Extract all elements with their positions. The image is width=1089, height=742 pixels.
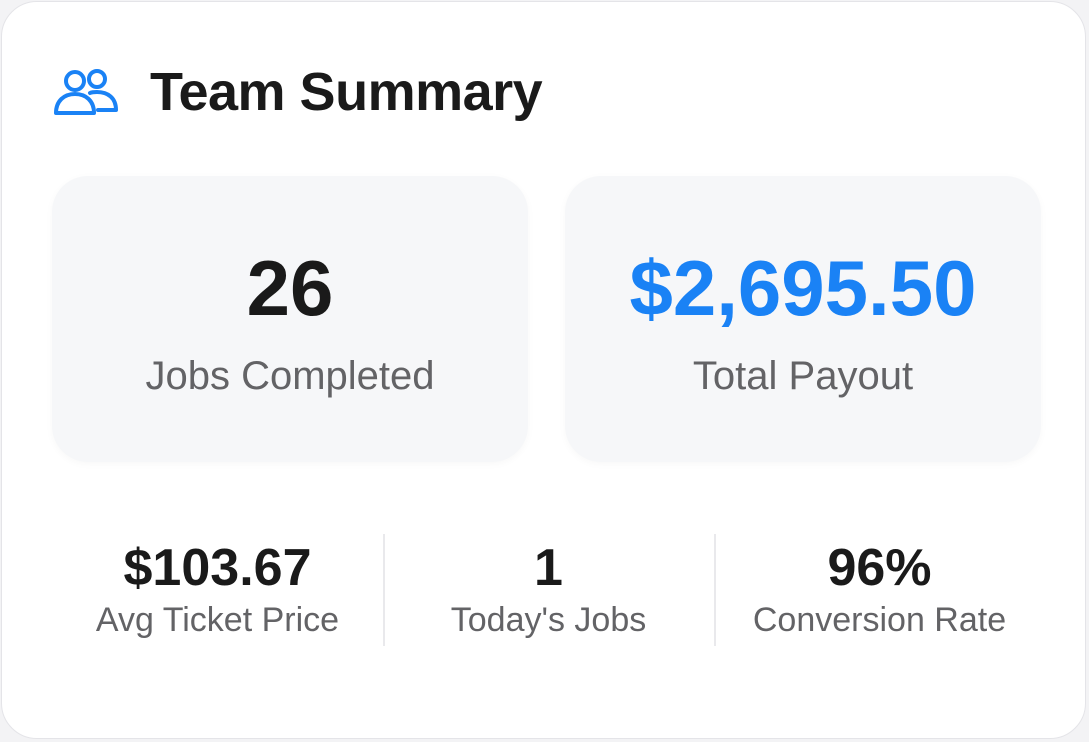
- stat-todays-jobs: 1 Today's Jobs: [383, 532, 714, 648]
- stat-label: Today's Jobs: [450, 601, 647, 639]
- jobs-completed-label: Jobs Completed: [145, 354, 435, 398]
- stat-value: 1: [534, 539, 563, 597]
- card-header: Team Summary: [52, 60, 543, 124]
- stat-label: Conversion Rate: [752, 601, 1007, 639]
- stat-avg-ticket-price: $103.67 Avg Ticket Price: [52, 532, 383, 648]
- jobs-completed-tile: 26 Jobs Completed: [52, 176, 528, 462]
- stats-row: $103.67 Avg Ticket Price 1 Today's Jobs …: [52, 532, 1045, 648]
- team-summary-card: Team Summary 26 Jobs Completed $2,695.50…: [1, 1, 1086, 739]
- stat-value: 96%: [827, 539, 932, 597]
- total-payout-value: $2,695.50: [629, 244, 977, 332]
- card-title: Team Summary: [150, 62, 543, 122]
- stat-label: Avg Ticket Price: [95, 601, 340, 639]
- stat-conversion-rate: 96% Conversion Rate: [714, 532, 1045, 648]
- jobs-completed-value: 26: [246, 244, 334, 332]
- total-payout-tile: $2,695.50 Total Payout: [565, 176, 1041, 462]
- total-payout-label: Total Payout: [692, 354, 914, 398]
- stat-value: $103.67: [123, 539, 312, 597]
- team-icon: [52, 62, 122, 122]
